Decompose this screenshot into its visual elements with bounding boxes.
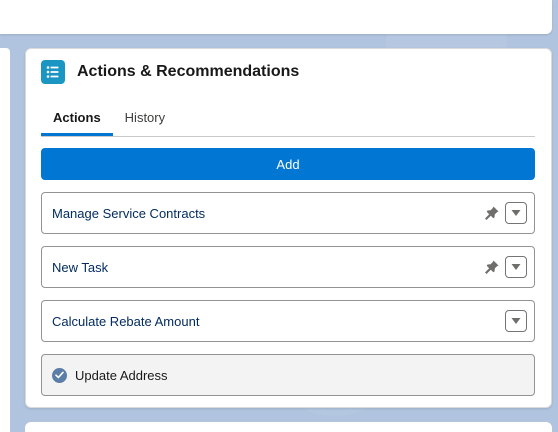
check-circle-icon [52,367,67,383]
card-header: Actions & Recommendations [41,60,299,84]
tab-bar: Actions History [41,103,535,137]
tab-actions[interactable]: Actions [41,103,113,136]
action-label: Update Address [75,367,168,383]
list-icon [41,60,65,84]
action-item-calculate-rebate-amount[interactable]: Calculate Rebate Amount [41,300,535,342]
action-label: New Task [52,259,109,275]
action-label: Manage Service Contracts [52,205,206,221]
add-button[interactable]: Add [41,148,535,180]
pin-icon[interactable] [483,204,501,222]
top-card [0,0,552,34]
card-title: Actions & Recommendations [77,63,300,80]
chevron-down-icon[interactable] [505,310,527,332]
pin-icon[interactable] [483,258,501,276]
left-panel-edge [0,48,10,432]
chevron-down-icon[interactable] [505,256,527,278]
action-item-new-task[interactable]: New Task [41,246,535,288]
next-card [25,422,552,432]
tab-history[interactable]: History [113,103,177,136]
actions-recommendations-card: Actions & Recommendations Actions Histor… [25,48,552,408]
action-label: Calculate Rebate Amount [52,313,200,329]
action-item-manage-service-contracts[interactable]: Manage Service Contracts [41,192,535,234]
action-item-update-address[interactable]: Update Address [41,354,535,396]
chevron-down-icon[interactable] [505,202,527,224]
